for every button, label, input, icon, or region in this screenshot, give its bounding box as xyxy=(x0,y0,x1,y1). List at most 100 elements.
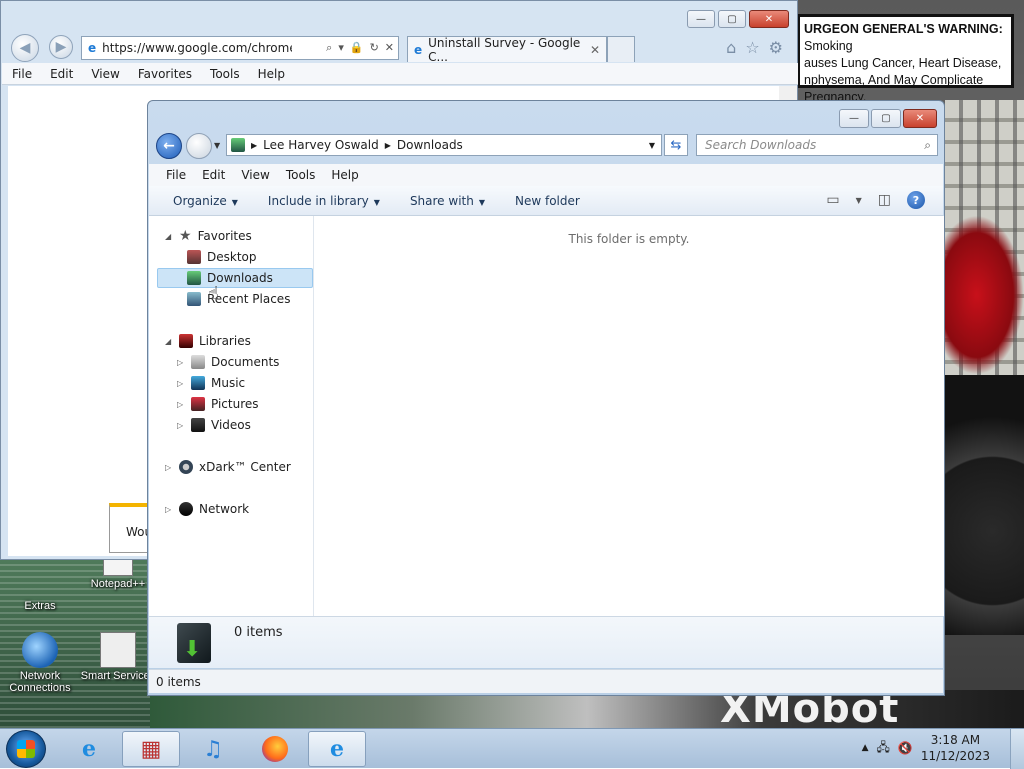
nav-label: Recent Places xyxy=(207,292,291,306)
menu-favorites[interactable]: Favorites xyxy=(138,67,192,81)
taskbar-ie-active[interactable]: e xyxy=(308,731,366,767)
ie-tab-icon: e xyxy=(414,42,423,57)
close-button[interactable]: ✕ xyxy=(749,10,789,28)
file-list-pane[interactable]: This folder is empty. xyxy=(314,216,944,616)
back-button[interactable]: ◀ xyxy=(11,34,39,62)
explorer-caption-buttons: — ▢ ✕ xyxy=(839,109,937,128)
menu-help[interactable]: Help xyxy=(258,67,285,81)
search-icon[interactable]: ⌕ xyxy=(326,41,332,55)
menu-help[interactable]: Help xyxy=(331,168,358,182)
nav-libraries[interactable]: ◢ Libraries xyxy=(165,331,251,351)
menu-tools[interactable]: Tools xyxy=(210,67,240,81)
nav-music[interactable]: ▷ Music xyxy=(177,373,245,393)
desktop-icon-smart-services[interactable]: Smart Services xyxy=(78,632,158,682)
forward-button[interactable] xyxy=(186,133,212,159)
close-button[interactable]: ✕ xyxy=(903,109,937,128)
home-icon[interactable]: ⌂ xyxy=(726,38,736,57)
organize-button[interactable]: Organize ▼ xyxy=(173,194,238,208)
desktop-icon-network-connections[interactable]: Network Connections xyxy=(0,632,80,694)
back-button[interactable]: ← xyxy=(156,133,182,159)
include-label: Include in library xyxy=(267,193,369,208)
wallpaper-red-shape xyxy=(945,215,1024,375)
show-desktop-button[interactable] xyxy=(1010,729,1024,769)
chevron-down-icon[interactable]: ▾ xyxy=(338,41,344,55)
expand-arrow-icon[interactable]: ▷ xyxy=(165,463,173,472)
nav-label: xDark™ Center xyxy=(199,460,291,474)
nav-downloads[interactable]: Downloads xyxy=(157,268,313,288)
breadcrumb-user[interactable]: Lee Harvey Oswald xyxy=(263,138,379,152)
pictures-icon xyxy=(191,397,205,411)
maximize-button[interactable]: ▢ xyxy=(718,10,746,28)
nav-label: Libraries xyxy=(199,334,251,348)
lock-icon[interactable]: 🔒 xyxy=(350,41,364,55)
help-icon[interactable]: ? xyxy=(907,191,925,209)
chevron-down-icon: ▼ xyxy=(478,197,485,207)
change-view-icon[interactable]: ▭ xyxy=(826,192,839,208)
taskbar-store[interactable]: ▦ xyxy=(122,731,180,767)
expand-triangle-icon[interactable]: ◢ xyxy=(165,337,173,346)
recent-locations-dropdown[interactable]: ▼ xyxy=(214,141,220,150)
close-tab-icon[interactable]: ✕ xyxy=(590,43,600,57)
hand-cursor-icon: ☝ xyxy=(208,283,219,304)
desktop-icon xyxy=(187,250,201,264)
refresh-button[interactable]: ⇆ xyxy=(664,134,688,156)
expand-arrow-icon[interactable]: ▷ xyxy=(177,358,185,367)
taskbar-music[interactable]: ♫ xyxy=(184,731,242,767)
nav-recent-places[interactable]: Recent Places xyxy=(187,289,290,309)
show-hidden-icons-icon[interactable]: ▲ xyxy=(862,743,869,753)
menu-view[interactable]: View xyxy=(241,168,269,182)
expand-arrow-icon[interactable]: ▷ xyxy=(177,400,185,409)
include-in-library-button[interactable]: Include in library ▼ xyxy=(268,194,380,208)
expand-triangle-icon[interactable]: ◢ xyxy=(165,232,173,241)
expand-arrow-icon[interactable]: ▷ xyxy=(165,505,173,514)
taskbar-firefox[interactable] xyxy=(246,731,304,767)
nav-xdark-center[interactable]: ▷ xDark™ Center xyxy=(165,457,291,477)
menu-file[interactable]: File xyxy=(12,67,32,81)
volume-muted-icon[interactable]: 🔇 xyxy=(898,741,913,755)
search-placeholder: Search Downloads xyxy=(705,138,817,152)
taskbar-ie-pinned[interactable]: e xyxy=(60,731,118,767)
status-item-count: 0 items xyxy=(156,674,201,689)
maximize-button[interactable]: ▢ xyxy=(871,109,901,128)
ie-address-bar[interactable]: e https://www.google.com/chrome/ ⌕ ▾ 🔒 ↻… xyxy=(81,36,399,60)
menu-view[interactable]: View xyxy=(91,67,119,81)
minimize-button[interactable]: — xyxy=(687,10,715,28)
menu-file[interactable]: File xyxy=(166,168,186,182)
forward-button[interactable]: ▶ xyxy=(49,35,73,59)
nav-pictures[interactable]: ▷ Pictures xyxy=(177,394,259,414)
nav-network[interactable]: ▷ Network xyxy=(165,499,249,519)
clock[interactable]: 3:18 AM 11/12/2023 xyxy=(921,732,990,764)
refresh-icon: ⇆ xyxy=(670,137,682,153)
nav-label: Music xyxy=(211,376,246,390)
chevron-down-icon[interactable]: ▼ xyxy=(856,196,862,205)
new-tab-button[interactable] xyxy=(607,36,635,62)
menu-tools[interactable]: Tools xyxy=(286,168,316,182)
nav-documents[interactable]: ▷ Documents xyxy=(177,352,279,372)
nav-desktop[interactable]: Desktop xyxy=(187,247,257,267)
search-input[interactable]: Search Downloads ⌕ xyxy=(696,134,938,156)
status-bar: 0 items xyxy=(149,669,943,693)
desktop-icon-extras[interactable]: Extras xyxy=(0,562,80,612)
chevron-down-icon[interactable]: ▼ xyxy=(649,141,655,150)
start-button[interactable] xyxy=(6,730,46,768)
minimize-button[interactable]: — xyxy=(839,109,869,128)
nav-videos[interactable]: ▷ Videos xyxy=(177,415,251,435)
menu-edit[interactable]: Edit xyxy=(202,168,225,182)
new-folder-button[interactable]: New folder xyxy=(515,194,580,208)
breadcrumb-downloads[interactable]: Downloads xyxy=(397,138,463,152)
menu-edit[interactable]: Edit xyxy=(50,67,73,81)
refresh-icon[interactable]: ↻ xyxy=(370,41,379,55)
nav-favorites[interactable]: ◢ ★ Favorites xyxy=(165,226,252,246)
share-with-button[interactable]: Share with ▼ xyxy=(410,194,485,208)
expand-arrow-icon[interactable]: ▷ xyxy=(177,379,185,388)
nav-label: Network xyxy=(199,502,250,516)
explorer-address-bar[interactable]: ▶ Lee Harvey Oswald ▶ Downloads ▼ xyxy=(226,134,662,156)
favorites-star-icon[interactable]: ☆ xyxy=(745,38,759,57)
ie-tab-uninstall-survey[interactable]: e Uninstall Survey - Google C... ✕ xyxy=(407,36,607,64)
network-status-icon[interactable]: 🖧 xyxy=(876,738,889,759)
stop-icon[interactable]: ✕ xyxy=(385,41,394,55)
gear-icon[interactable]: ⚙ xyxy=(769,38,783,57)
preview-pane-icon[interactable]: ◫ xyxy=(878,192,891,208)
internet-explorer-icon: e xyxy=(82,736,96,762)
expand-arrow-icon[interactable]: ▷ xyxy=(177,421,185,430)
